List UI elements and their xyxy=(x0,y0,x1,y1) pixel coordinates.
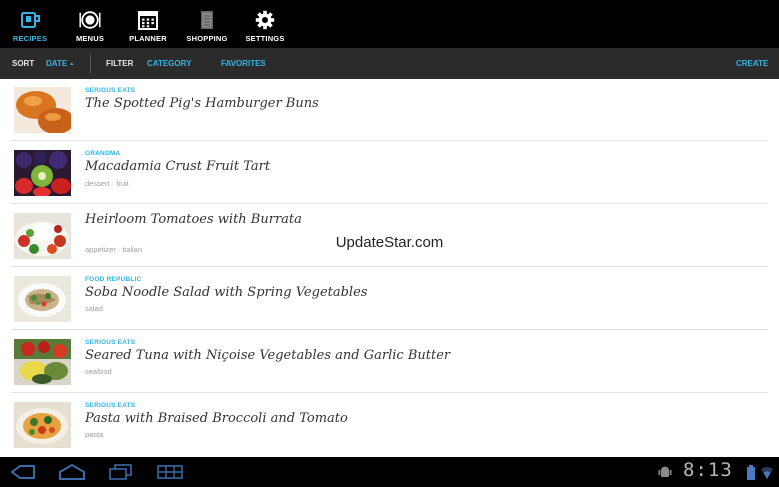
settings-icon xyxy=(254,9,276,31)
top-nav-bar: RECIPES MENUS PLANNER SHOPPING SETTINGS xyxy=(0,0,779,48)
recipe-title: The Spotted Pig's Hamburger Buns xyxy=(85,96,319,111)
recipe-title: Macadamia Crust Fruit Tart xyxy=(85,159,271,174)
recipe-thumbnail xyxy=(14,402,71,448)
recipe-source: SERIOUS EATS xyxy=(85,339,136,346)
recipe-thumbnail xyxy=(14,150,71,196)
row-divider xyxy=(11,392,768,393)
sort-value: DATE xyxy=(46,59,68,68)
category-filter-button[interactable]: CATEGORY xyxy=(147,48,191,79)
toolbar-divider xyxy=(90,54,91,73)
menus-icon xyxy=(79,9,101,31)
recipe-thumbnail xyxy=(14,87,71,133)
filter-label: FILTER xyxy=(106,59,134,68)
home-button[interactable] xyxy=(58,462,86,482)
row-divider xyxy=(11,203,768,204)
list-item[interactable]: SERIOUS EATS The Spotted Pig's Hamburger… xyxy=(0,79,779,141)
menu-button[interactable] xyxy=(157,462,183,482)
row-divider xyxy=(11,266,768,267)
nav-recipes[interactable]: RECIPES xyxy=(10,0,50,48)
nav-label: MENUS xyxy=(75,34,105,43)
row-divider xyxy=(11,140,768,141)
recipe-tags: salad xyxy=(85,304,103,313)
system-navigation-bar xyxy=(0,457,779,487)
nav-label: RECIPES xyxy=(12,34,48,43)
recipe-thumbnail xyxy=(14,276,71,322)
recipe-source: GRANDMA xyxy=(85,150,121,157)
status-clock: 8:13 xyxy=(683,459,733,481)
row-divider xyxy=(11,329,768,330)
nav-shopping[interactable]: SHOPPING xyxy=(185,0,229,48)
recipe-tags: pasta xyxy=(85,430,104,439)
sort-filter-toolbar: SORT DATE ▲ FILTER CATEGORY FAVORITES CR… xyxy=(0,48,779,79)
recipe-source: SERIOUS EATS xyxy=(85,402,136,409)
nav-menus[interactable]: MENUS xyxy=(72,0,108,48)
recipe-tags: dessert · fruit xyxy=(85,179,129,188)
wifi-signal-icon xyxy=(760,465,774,481)
list-item[interactable]: SERIOUS EATS Seared Tuna with Niçoise Ve… xyxy=(0,331,779,393)
nav-planner[interactable]: PLANNER xyxy=(127,0,169,48)
sort-ascending-icon: ▲ xyxy=(69,61,75,67)
recipe-source: FOOD REPUBLIC xyxy=(85,276,142,283)
recipe-title: Heirloom Tomatoes with Burrata xyxy=(85,212,302,227)
nav-label: SETTINGS xyxy=(245,34,285,43)
planner-icon xyxy=(137,9,159,31)
sort-date-button[interactable]: DATE ▲ xyxy=(46,48,74,79)
back-button[interactable] xyxy=(8,462,38,482)
nav-label: SHOPPING xyxy=(186,34,228,43)
shopping-icon xyxy=(196,9,218,31)
list-item[interactable]: SERIOUS EATS Pasta with Braised Broccoli… xyxy=(0,394,779,456)
battery-icon xyxy=(746,465,756,481)
recipe-thumbnail xyxy=(14,339,71,385)
home-icon xyxy=(59,463,85,480)
nav-label: PLANNER xyxy=(129,34,167,43)
favorites-filter-button[interactable]: FAVORITES xyxy=(221,48,266,79)
recent-apps-button[interactable] xyxy=(108,462,134,482)
create-button[interactable]: CREATE xyxy=(736,48,768,79)
back-icon xyxy=(10,465,35,479)
recipe-tags: seafood xyxy=(85,367,112,376)
list-item[interactable]: FOOD REPUBLIC Soba Noodle Salad with Spr… xyxy=(0,268,779,330)
debug-android-icon xyxy=(658,464,672,480)
recipe-title: Soba Noodle Salad with Spring Vegetables xyxy=(85,285,368,300)
nav-settings[interactable]: SETTINGS xyxy=(243,0,287,48)
recipe-list: SERIOUS EATS The Spotted Pig's Hamburger… xyxy=(0,79,779,457)
menu-grid-icon xyxy=(157,465,183,479)
recent-apps-icon xyxy=(109,464,132,480)
recipe-title: Seared Tuna with Niçoise Vegetables and … xyxy=(85,348,451,363)
recipe-source: SERIOUS EATS xyxy=(85,87,136,94)
watermark: UpdateStar.com xyxy=(335,234,444,251)
recipes-icon xyxy=(19,9,41,31)
sort-label: SORT xyxy=(12,59,35,68)
list-item[interactable]: GRANDMA Macadamia Crust Fruit Tart desse… xyxy=(0,142,779,204)
recipe-title: Pasta with Braised Broccoli and Tomato xyxy=(85,411,348,426)
